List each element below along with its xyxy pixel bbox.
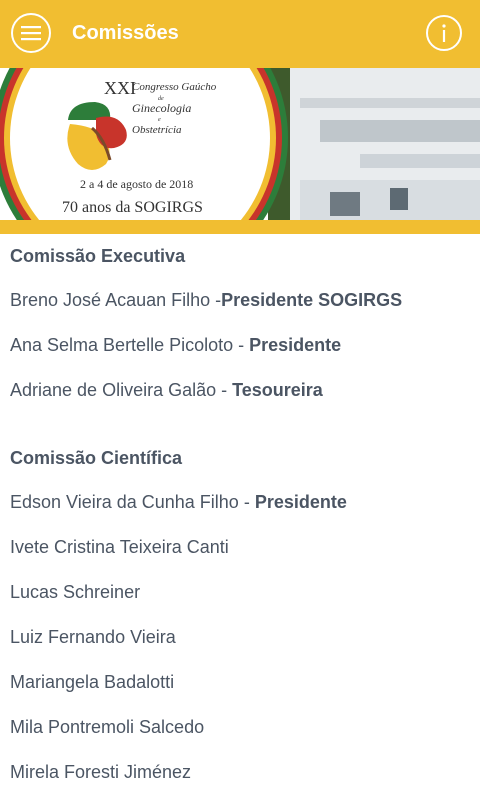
list-item: Breno José Acauan Filho -Presidente SOGI… <box>10 278 480 323</box>
member-name: Lucas Schreiner <box>10 582 141 602</box>
app-bar: Comissões <box>0 0 480 68</box>
member-name: Ana Selma Bertelle Picoloto - <box>10 335 250 355</box>
page-title: Comissões <box>72 22 179 44</box>
banner-dates: 2 a 4 de agosto de 2018 <box>80 177 193 191</box>
info-button[interactable] <box>426 15 462 51</box>
list-item: Adriane de Oliveira Galão - Tesoureira <box>10 368 480 413</box>
list-item: Ivete Cristina Teixeira Canti <box>10 525 480 570</box>
list-item: Luiz Fernando Vieira <box>10 615 480 660</box>
section-title-executive: Comissão Executiva <box>10 246 186 266</box>
member-name: Mirela Foresti Jiménez <box>10 762 192 782</box>
banner-accent-strip <box>0 220 480 234</box>
member-name: Mila Pontremoli Salcedo <box>10 717 205 737</box>
member-name: Adriane de Oliveira Galão - <box>10 380 233 400</box>
list-item: Mila Pontremoli Salcedo <box>10 705 480 750</box>
banner-anniversary: 70 anos da SOGIRGS <box>62 199 203 216</box>
commissions-list: Comissão Executiva Breno José Acauan Fil… <box>0 234 480 795</box>
member-name: Luiz Fernando Vieira <box>10 627 176 647</box>
list-item: Mirela Foresti Jiménez <box>10 750 480 795</box>
member-role: Presidente <box>254 492 347 512</box>
member-role: Presidente <box>249 335 342 355</box>
congress-banner: XXI Congresso Gaúcho de Ginecologia e Ob… <box>0 68 480 220</box>
member-name: Ivete Cristina Teixeira Canti <box>10 537 229 557</box>
banner-artwork: XXI Congresso Gaúcho de Ginecologia e Ob… <box>0 68 480 220</box>
member-role: Presidente SOGIRGS <box>221 290 403 310</box>
banner-congress-line4: e <box>158 117 161 123</box>
list-item: Lucas Schreiner <box>10 570 480 615</box>
member-role: Tesoureira <box>232 380 323 400</box>
banner-congress-line3: Ginecologia <box>132 101 191 115</box>
section-title-scientific: Comissão Científica <box>10 448 183 468</box>
banner-congress-line1: Congresso Gaúcho <box>132 81 217 93</box>
hamburger-menu-icon <box>21 26 41 41</box>
member-name: Mariangela Badalotti <box>10 672 175 692</box>
member-name: Breno José Acauan Filho - <box>10 290 222 310</box>
list-item: Edson Vieira da Cunha Filho - Presidente <box>10 480 480 525</box>
info-icon <box>442 24 446 42</box>
menu-button[interactable] <box>11 13 51 53</box>
banner-congress-line5: Obstetrícia <box>132 124 182 136</box>
member-name: Edson Vieira da Cunha Filho - <box>10 492 255 512</box>
list-item: Mariangela Badalotti <box>10 660 480 705</box>
list-item: Ana Selma Bertelle Picoloto - Presidente <box>10 323 480 368</box>
